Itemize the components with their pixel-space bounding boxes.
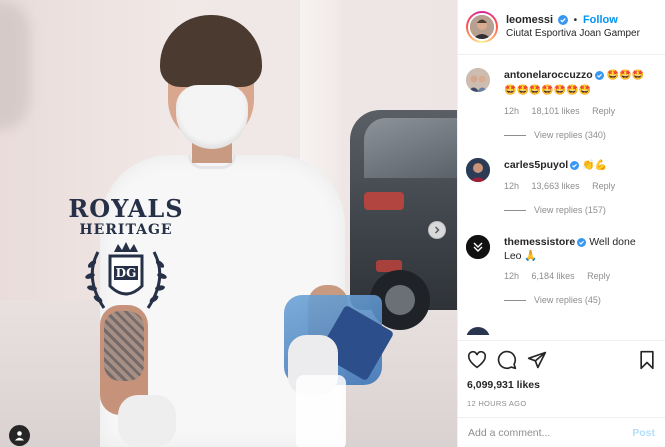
comment-button[interactable] <box>497 350 517 370</box>
replies-divider <box>504 134 526 136</box>
comment-item-partial <box>466 327 665 335</box>
comment-item: antonelaroccuzzo 🤩🤩🤩🤩🤩🤩🤩🤩🤩🤩 12h 18,101 li… <box>466 68 665 158</box>
verified-badge-icon <box>570 161 580 170</box>
bookmark-icon <box>640 350 654 370</box>
chevron-right-icon <box>435 226 440 234</box>
avatar-portrait-icon <box>470 15 494 39</box>
shirt-print-heritage: HERITAGE <box>79 222 173 238</box>
post-header: leomessi • Follow Ciutat Esportiva Joan … <box>458 0 665 55</box>
comment-text: 👏💪 <box>582 160 608 171</box>
comments-list[interactable]: antonelaroccuzzo 🤩🤩🤩🤩🤩🤩🤩🤩🤩🤩 12h 18,101 li… <box>458 55 665 340</box>
comment-time[interactable]: 12h <box>504 181 519 191</box>
likes-count[interactable]: 6,099,931 likes <box>458 379 665 395</box>
post-sidebar: leomessi • Follow Ciutat Esportiva Joan … <box>457 0 665 447</box>
store-logo-icon <box>466 235 490 259</box>
arm-tattoo <box>104 311 144 381</box>
post-location[interactable]: Ciutat Esportiva Joan Gamper <box>506 27 640 40</box>
comment-avatar[interactable] <box>466 158 490 182</box>
verified-badge-icon <box>577 238 587 247</box>
tagged-users-button[interactable] <box>9 425 30 446</box>
comment-likes[interactable]: 6,184 likes <box>532 271 575 281</box>
car-window <box>364 118 457 178</box>
comment-time[interactable]: 12h <box>504 271 519 281</box>
replies-divider <box>504 209 526 211</box>
heart-icon <box>467 351 487 369</box>
verified-badge-icon <box>594 71 604 80</box>
comment-username[interactable]: themessistore <box>504 236 575 248</box>
comment-item: themessistore Well done Leo 🙏 12h 6,184 l… <box>466 235 665 327</box>
comment-avatar[interactable] <box>466 235 490 259</box>
view-replies-label: View replies (157) <box>534 205 606 215</box>
user-icon <box>15 431 24 441</box>
shirt-print: ROYALS HERITAGE DG <box>66 196 186 318</box>
face-mask <box>176 85 248 149</box>
white-plastic-bag <box>296 375 346 447</box>
comment-reply-button[interactable]: Reply <box>592 106 615 116</box>
profile-avatar[interactable] <box>466 11 498 43</box>
verified-badge-icon <box>557 15 568 25</box>
car-taillight <box>364 192 404 210</box>
instagram-post: ROYALS HERITAGE DG leomessi • Follow Ciu… <box>0 0 665 447</box>
view-replies-label: View replies (45) <box>534 295 601 305</box>
comment-avatar[interactable] <box>466 68 490 92</box>
shirt-print-royals: ROYALS <box>68 194 184 223</box>
post-timestamp[interactable]: 12 HOURS AGO <box>458 395 665 417</box>
laurel-crest-icon: DG <box>85 242 167 309</box>
view-replies-label: View replies (340) <box>534 130 606 140</box>
next-photo-button[interactable] <box>428 221 446 239</box>
share-button[interactable] <box>527 350 547 370</box>
crest-initials: DG <box>116 266 137 280</box>
avatar-portrait-icon <box>466 158 490 182</box>
post-photo[interactable]: ROYALS HERITAGE DG <box>0 0 457 447</box>
post-username[interactable]: leomessi <box>506 14 553 26</box>
view-replies-button[interactable]: View replies (45) <box>504 295 654 305</box>
share-icon <box>527 351 547 369</box>
comment-icon <box>497 350 517 370</box>
replies-divider <box>504 299 526 301</box>
action-bar <box>458 340 665 379</box>
blurred-person <box>0 0 30 130</box>
view-replies-button[interactable]: View replies (340) <box>504 130 654 140</box>
avatar-portrait-icon <box>466 68 490 92</box>
comment-username[interactable]: carles5puyol <box>504 159 568 171</box>
post-comment-button[interactable]: Post <box>632 427 655 439</box>
like-button[interactable] <box>467 351 487 369</box>
comment-username[interactable]: antonelaroccuzzo <box>504 69 593 81</box>
follow-button[interactable]: Follow <box>583 14 618 26</box>
comment-reply-button[interactable]: Reply <box>592 181 615 191</box>
comment-likes[interactable]: 18,101 likes <box>532 106 580 116</box>
comment-item: carles5puyol 👏💪 12h 13,663 likes Reply Vi… <box>466 158 665 235</box>
hair <box>160 15 262 87</box>
save-button[interactable] <box>638 350 656 370</box>
comment-likes[interactable]: 13,663 likes <box>532 181 580 191</box>
add-comment-input[interactable]: Add a comment... <box>468 427 632 439</box>
view-replies-button[interactable]: View replies (157) <box>504 205 654 215</box>
comment-time[interactable]: 12h <box>504 106 519 116</box>
add-comment-bar: Add a comment... Post <box>458 417 665 447</box>
comment-reply-button[interactable]: Reply <box>587 271 610 281</box>
separator-dot: • <box>573 15 578 26</box>
left-glove <box>118 395 176 447</box>
